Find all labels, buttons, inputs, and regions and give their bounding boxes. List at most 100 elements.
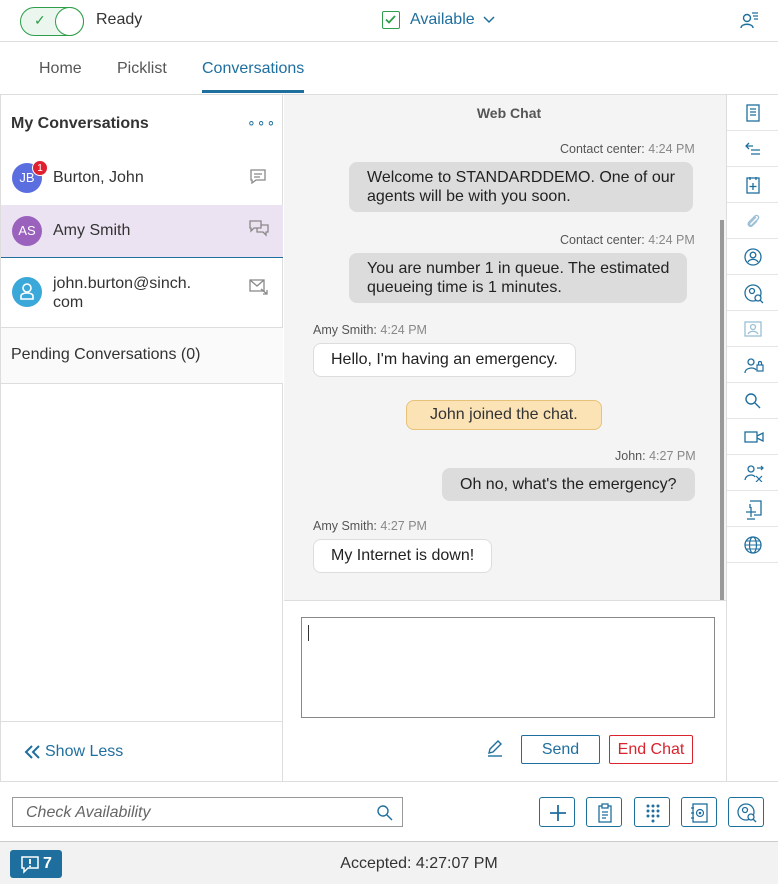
contact-card-button[interactable] [727,311,778,347]
ready-toggle[interactable]: ✓ [20,7,84,36]
person-icon [20,283,34,300]
add-consult-button[interactable] [727,491,778,527]
system-message: John joined the chat. [406,400,602,430]
main-tabs: Home Picklist Conversations [0,42,778,95]
user-search-icon [744,284,764,304]
attachment-button[interactable] [727,203,778,239]
message-time: 4:27 PM [380,519,427,533]
message-meta: Amy Smith: 4:24 PM [313,323,427,337]
message-time: 4:24 PM [380,323,427,337]
message-bubble-incoming: Welcome to STANDARDDEMO. One of our agen… [349,162,693,212]
message-line: queueing time is 1 minutes. [367,279,562,296]
chevron-down-icon[interactable] [482,13,496,27]
transfer-icon [744,465,764,482]
double-chevron-left-icon[interactable] [23,744,41,760]
message-sender: Amy Smith: [313,519,377,533]
message-sender: Contact center: [560,233,645,247]
message-time: 4:27 PM [649,449,696,463]
right-tool-rail [726,95,778,781]
secure-user-button[interactable] [727,347,778,383]
add-form-icon [746,177,760,194]
sidebar-title: My Conversations [11,115,149,132]
dialpad-icon [646,804,660,823]
add-page-icon [746,500,762,520]
message-line: agents will be with you soon. [367,188,571,205]
message-meta: Contact center: 4:24 PM [560,142,695,156]
unread-badge: 1 [32,160,48,176]
more-options-icon[interactable]: ∘∘∘ [247,114,276,131]
conversation-item-john-burton[interactable]: JB 1 Burton, John [1,153,283,205]
conversation-icon [249,220,269,237]
availability-label[interactable]: Available [410,11,475,29]
message-time: 4:24 PM [648,142,695,156]
customer-search-button[interactable] [727,275,778,311]
conversations-sidebar: My Conversations ∘∘∘ JB 1 Burton, John A… [0,95,283,781]
message-input[interactable] [301,617,715,718]
ready-label: Ready [96,11,143,28]
message-bubble-incoming: You are number 1 in queue. The estimated… [349,253,688,303]
send-button[interactable]: Send [521,735,600,764]
show-less-row: Show Less [1,721,283,781]
message-bubble-agent: Oh no, what's the emergency? [442,468,695,501]
conversation-item-email[interactable]: john.burton@sinch. com [1,258,283,328]
email-icon [249,279,268,295]
avatar [12,277,42,307]
transfer-button[interactable] [727,455,778,491]
search-button[interactable] [727,383,778,419]
address-book-button[interactable] [681,797,717,827]
check-availability-input[interactable]: Check Availability [12,797,403,827]
plus-icon [550,805,566,821]
clipboard-icon [598,803,612,823]
search-icon[interactable] [376,804,394,822]
contact-button[interactable] [727,239,778,275]
video-camera-icon [744,431,764,443]
clipboard-button[interactable] [586,797,622,827]
pending-conversations-label: Pending Conversations (0) [11,346,201,363]
paperclip-icon [747,214,760,227]
conversation-name: Burton, John [53,169,144,186]
pending-conversations[interactable]: Pending Conversations (0) [1,328,283,384]
show-less-link[interactable]: Show Less [45,743,123,761]
conversation-item-amy-smith[interactable]: AS Amy Smith [1,205,283,258]
top-bar: ✓ Ready Available [0,0,778,42]
tab-picklist[interactable]: Picklist [117,60,167,78]
notes-button[interactable] [727,95,778,131]
reply-list-button[interactable] [727,131,778,167]
chat-icon [250,169,266,185]
message-meta: Contact center: 4:24 PM [560,233,695,247]
conversation-name-line1: john.burton@sinch. [53,275,192,292]
availability-checkbox[interactable] [382,11,400,29]
tab-home[interactable]: Home [39,60,82,78]
new-interaction-button[interactable] [539,797,575,827]
chat-scrollbar[interactable] [720,220,724,600]
tab-conversations[interactable]: Conversations [202,60,304,78]
message-line: Welcome to STANDARDDEMO. One of our [367,169,675,186]
user-search-icon [737,803,757,823]
toggle-knob [55,7,84,36]
reply-list-icon [745,142,760,155]
agent-search-button[interactable] [728,797,764,827]
user-list-icon[interactable] [740,10,760,30]
add-form-button[interactable] [727,167,778,203]
status-bar: 7 Accepted: 4:27:07 PM [0,841,778,884]
dialpad-button[interactable] [634,797,670,827]
pen-icon[interactable] [486,739,504,757]
message-meta: Amy Smith: 4:27 PM [313,519,427,533]
message-meta: John: 4:27 PM [615,449,696,463]
bottom-toolbar: Check Availability [0,781,778,841]
message-time: 4:24 PM [648,233,695,247]
text-caret [308,625,309,641]
conversation-name: john.burton@sinch. com [53,274,191,312]
video-button[interactable] [727,419,778,455]
message-bubble-customer: My Internet is down! [313,539,493,573]
message-line: You are number 1 in queue. The estimated [367,260,670,277]
message-bubble-customer: Hello, I'm having an emergency. [313,343,576,377]
check-availability-placeholder: Check Availability [26,804,151,821]
avatar: AS [12,216,42,246]
checkmark-icon [385,15,396,24]
notes-icon [746,104,760,122]
user-circle-icon [744,248,762,266]
web-button[interactable] [727,527,778,563]
contact-card-icon [744,321,762,337]
end-chat-button[interactable]: End Chat [609,735,693,764]
